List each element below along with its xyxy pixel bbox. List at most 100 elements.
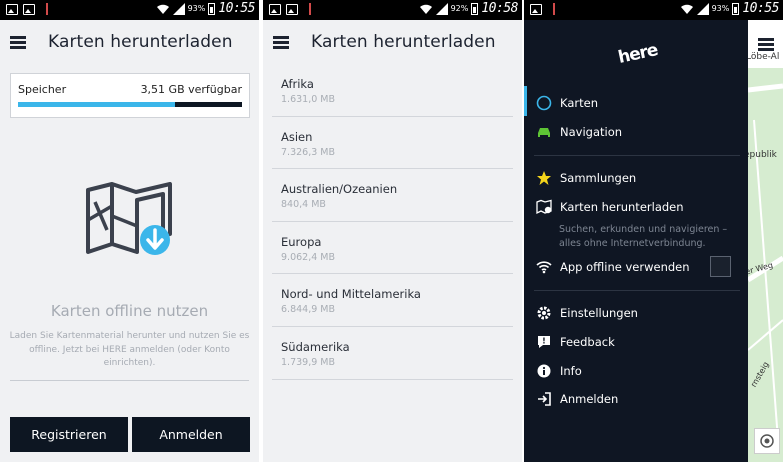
status-bar: 93% 10:55 (0, 0, 259, 20)
screen-side-menu: 93% 10:55 Löbe-Al epublik er Weg rnsteig… (524, 0, 783, 462)
download-description: Suchen, erkunden und navigieren – alles … (559, 224, 728, 249)
active-indicator (524, 86, 527, 116)
menu-label: Karten (560, 96, 598, 110)
navigation-drawer: here Karten Navigation Sammlungen Karten… (524, 20, 748, 462)
offline-checkbox[interactable] (710, 256, 731, 277)
menu-label: Navigation (560, 125, 623, 139)
menu-item-info[interactable]: Info (536, 360, 582, 382)
menu-item-einstellungen[interactable]: Einstellungen (536, 302, 638, 324)
region-name: Asien (281, 129, 313, 144)
menu-item-anmelden[interactable]: Anmelden (536, 388, 618, 410)
wifi-icon (156, 4, 169, 14)
region-item-afrika[interactable]: Afrika 1.631,0 MB (272, 64, 513, 117)
battery-percent: 93% (187, 4, 206, 13)
region-name: Afrika (281, 77, 314, 91)
region-item-europa[interactable]: Europa 9.062,4 MB (272, 222, 513, 275)
menu-label: Sammlungen (560, 171, 637, 185)
compass-icon (536, 95, 552, 111)
region-list: Afrika 1.631,0 MB Asien 7.326,3 MB Austr… (272, 64, 513, 380)
menu-item-navigation[interactable]: Navigation (536, 121, 622, 143)
map-roads (748, 20, 783, 441)
storage-bar-fill (18, 102, 175, 107)
battery-icon (471, 2, 479, 15)
menu-label: Anmelden (560, 392, 619, 406)
divider (534, 155, 740, 156)
region-size: 6.844,9 MB (281, 304, 335, 316)
page-title: Karten herunterladen (48, 32, 233, 52)
menu-item-karten-herunterladen[interactable]: Karten herunterladen (536, 196, 684, 218)
sign-in-icon (538, 392, 551, 406)
menu-label: Einstellungen (560, 306, 638, 320)
map-menu-icon[interactable] (758, 38, 774, 51)
register-button[interactable]: Registrieren (10, 417, 128, 452)
offline-title: Karten offline nutzen (50, 302, 209, 320)
region-item-nordamerika[interactable]: Nord- und Mittelamerika 6.844,9 MB (272, 274, 513, 327)
region-item-asien[interactable]: Asien 7.326,3 MB (272, 117, 513, 170)
wifi-icon (419, 4, 432, 14)
page-title: Karten herunterladen (311, 32, 496, 52)
menu-item-feedback[interactable]: ! Feedback (536, 331, 615, 353)
car-icon (538, 128, 550, 137)
divider (10, 380, 249, 381)
storage-label: Speicher (18, 83, 67, 96)
storage-free: 3,51 GB verfügbar (140, 83, 242, 96)
storage-card: Speicher 3,51 GB verfügbar (10, 73, 250, 118)
speech-bubble-icon: ! (538, 336, 550, 348)
battery-percent: 92% (450, 4, 469, 13)
app-bar: Karten herunterladen (0, 20, 259, 64)
gallery-notification-icon (269, 3, 281, 15)
status-bar: 92% 10:58 (263, 0, 522, 20)
locate-button[interactable] (754, 428, 780, 454)
alert-notification-icon (309, 3, 311, 15)
locate-icon (760, 434, 774, 448)
menu-icon[interactable] (10, 36, 26, 49)
map-label: Löbe-Al (748, 52, 780, 62)
info-icon (537, 364, 551, 378)
region-item-australien[interactable]: Australien/Ozeanien 840,4 MB (272, 169, 513, 222)
menu-item-sammlungen[interactable]: Sammlungen (536, 167, 636, 189)
storage-bar (18, 102, 242, 107)
region-name: Europa (281, 234, 322, 249)
region-size: 1.739,9 MB (281, 356, 335, 368)
clock: 10:55 (218, 1, 255, 16)
screen-download-intro: 93% 10:55 Karten herunterladen Speicher … (0, 0, 259, 462)
map-download-icon (86, 182, 172, 255)
clock: 10:55 (742, 1, 779, 16)
svg-text:!: ! (542, 337, 546, 346)
battery-percent: 93% (711, 4, 730, 13)
alert-notification-icon (553, 3, 555, 15)
menu-icon[interactable] (273, 36, 289, 49)
wifi-icon (680, 4, 693, 14)
menu-label: Info (560, 364, 582, 378)
battery-icon (208, 2, 216, 15)
menu-label: Feedback (560, 335, 615, 349)
menu-item-offline[interactable]: App offline verwenden (536, 256, 690, 278)
offline-description: Laden Sie Kartenmaterial herunter und nu… (9, 331, 250, 368)
signal-icon (435, 2, 448, 15)
region-size: 840,4 MB (281, 199, 326, 211)
region-size: 9.062,4 MB (281, 251, 335, 263)
image-notification-icon (530, 3, 542, 15)
map-view[interactable]: Löbe-Al epublik er Weg rnsteig (748, 20, 783, 462)
signal-icon (172, 2, 185, 15)
image-notification-icon (23, 3, 35, 15)
region-size: 1.631,0 MB (281, 94, 335, 105)
divider (534, 290, 740, 291)
signal-icon (696, 2, 709, 15)
region-name: Australien/Ozeanien (281, 182, 398, 197)
here-logo: here (616, 40, 660, 68)
gear-icon (537, 306, 551, 320)
menu-item-karten[interactable]: Karten (536, 92, 598, 114)
alert-notification-icon (46, 3, 48, 15)
app-bar: Karten herunterladen (263, 20, 522, 64)
region-name: Südamerika (281, 339, 350, 354)
wifi-icon (536, 261, 552, 274)
clock: 10:58 (481, 1, 518, 16)
region-item-suedamerika[interactable]: Südamerika 1.739,9 MB (272, 327, 513, 380)
map-label: epublik (748, 150, 777, 160)
image-notification-icon (286, 3, 298, 15)
login-button[interactable]: Anmelden (132, 417, 250, 452)
star-icon (537, 171, 551, 185)
map-download-icon (536, 199, 552, 215)
screen-region-list: 92% 10:58 Karten herunterladen Afrika 1.… (263, 0, 522, 462)
